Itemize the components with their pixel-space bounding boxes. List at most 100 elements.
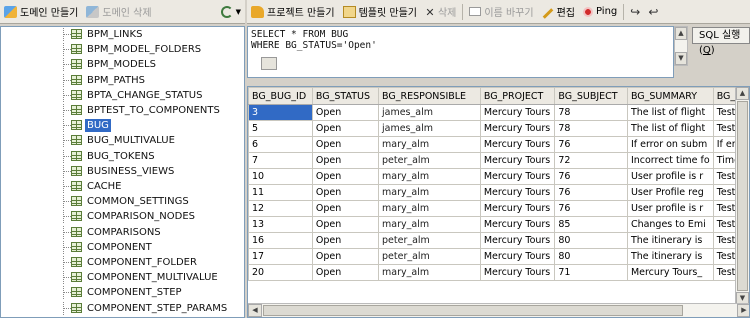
ping-button[interactable]: Ping [579,2,621,22]
table-cell[interactable]: Open [311,168,380,185]
table-cell[interactable]: james_alm [378,120,481,137]
tree-item[interactable]: BUSINESS_VIEWS [1,164,244,178]
table-cell[interactable]: mary_alm [378,200,481,217]
table-cell[interactable]: mary_alm [378,168,481,185]
table-cell[interactable]: 7 [248,152,313,169]
table-cell[interactable]: Changes to Emi [626,216,714,233]
column-header[interactable]: BG_STATUS [311,87,380,105]
tree-item[interactable]: COMPONENT_STEP_PARAMS [1,301,244,315]
scroll-down-icon[interactable]: ▼ [675,52,687,65]
rename-button[interactable]: 이름 바꾸기 [465,2,537,22]
create-template-button[interactable]: 템플릿 만들기 [339,2,421,22]
table-cell[interactable]: Incorrect time fo [626,152,714,169]
table-cell[interactable]: User Profile reg [626,184,714,201]
table-row[interactable]: 16 Open peter_alm Mercury Tours 80 The itiner… [248,232,749,249]
table-cell[interactable]: Mercury Tours [479,168,556,185]
tree-item[interactable]: COMPARISON_NODES [1,210,244,224]
table-cell[interactable]: Open [311,152,380,169]
table-cell[interactable]: Open [311,200,380,217]
tree-item[interactable]: COMPARISONS [1,225,244,239]
table-row[interactable]: 17 Open peter_alm Mercury Tours 80 The itiner… [248,248,749,265]
refresh-button[interactable]: ▼ [217,2,245,22]
table-cell[interactable]: 3 [248,104,313,121]
column-header[interactable]: BG_SUMMARY [626,87,714,105]
table-cell[interactable]: Open [311,232,380,249]
table-cell[interactable]: 78 [554,120,628,137]
create-domain-button[interactable]: 도메인 만들기 [0,2,82,22]
table-cell[interactable]: mary_alm [378,136,481,153]
scroll-up-icon[interactable]: ▲ [736,87,749,100]
results-grid[interactable]: BG_BUG_ID BG_STATUS BG_RESPONSIBLE BG_PROJE… [247,86,750,318]
tree-item[interactable]: COMPONENT_STEP [1,286,244,300]
table-cell[interactable]: The list of flight [626,104,714,121]
tree-item[interactable]: COMPONENT [1,240,244,254]
scroll-up-icon[interactable]: ▲ [675,27,687,40]
table-cell[interactable]: 80 [554,248,628,265]
table-tree[interactable]: BPM_LINKS BPM_MODEL_FOLDERS BPM_MODELS BPM_… [0,26,245,318]
table-cell[interactable]: Mercury Tours [479,152,556,169]
create-project-button[interactable]: 프로젝트 만들기 [247,2,339,22]
sql-editor-scroll-thumb[interactable] [261,57,277,70]
column-header[interactable]: BG_PROJECT [479,87,556,105]
table-cell[interactable]: Mercury Tours_ [626,264,714,281]
table-row[interactable]: 3 Open james_alm Mercury Tours 78 The list of… [248,104,749,121]
grid-horizontal-thumb[interactable] [263,305,683,316]
tree-item[interactable]: BUG_MULTIVALUE [1,134,244,148]
table-cell[interactable]: The itinerary is [626,232,714,249]
table-cell[interactable]: 78 [554,104,628,121]
table-row[interactable]: 6 Open mary_alm Mercury Tours 76 If error on … [248,136,749,153]
table-cell[interactable]: User profile is r [626,168,714,185]
table-cell[interactable]: Open [311,120,380,137]
table-cell[interactable]: 12 [248,200,313,217]
tree-item[interactable]: BUG_TOKENS [1,149,244,163]
column-header[interactable]: BG_RESPONSIBLE [378,87,481,105]
table-cell[interactable]: 76 [554,200,628,217]
table-cell[interactable]: Mercury Tours [479,104,556,121]
table-cell[interactable]: If error on subm [626,136,714,153]
table-cell[interactable]: Open [311,264,380,281]
table-cell[interactable]: 17 [248,248,313,265]
table-cell[interactable]: 16 [248,232,313,249]
sql-query-editor[interactable]: SELECT * FROM BUG WHERE BG_STATUS='Open' [247,26,674,78]
table-cell[interactable]: Mercury Tours [479,120,556,137]
column-header[interactable]: BG_BUG_ID [248,87,313,105]
scroll-right-icon[interactable]: ▶ [737,304,749,317]
grid-horizontal-scrollbar[interactable]: ◀ ▶ [248,303,749,317]
table-cell[interactable]: The list of flight [626,120,714,137]
tree-item[interactable]: BPM_LINKS [1,28,244,41]
tree-item[interactable]: BPM_PATHS [1,73,244,87]
table-cell[interactable]: mary_alm [378,216,481,233]
table-cell[interactable]: Open [311,104,380,121]
table-cell[interactable]: 76 [554,184,628,201]
table-cell[interactable]: peter_alm [378,248,481,265]
tree-item[interactable]: BPM_MODEL_FOLDERS [1,43,244,57]
table-cell[interactable]: Mercury Tours [479,216,556,233]
table-cell[interactable]: 85 [554,216,628,233]
table-cell[interactable]: 13 [248,216,313,233]
table-cell[interactable]: 20 [248,264,313,281]
table-cell[interactable]: peter_alm [378,232,481,249]
table-cell[interactable]: The itinerary is [626,248,714,265]
table-cell[interactable]: 76 [554,168,628,185]
tree-item[interactable]: CACHE [1,180,244,193]
table-cell[interactable]: Mercury Tours [479,264,556,281]
table-cell[interactable]: mary_alm [378,184,481,201]
table-cell[interactable]: peter_alm [378,152,481,169]
table-cell[interactable]: Mercury Tours [479,200,556,217]
table-cell[interactable]: mary_alm [378,264,481,281]
delete-domain-button[interactable]: 도메인 삭제 [82,2,155,22]
table-cell[interactable]: Mercury Tours [479,232,556,249]
run-sql-button[interactable]: SQL 실행(Q) [692,27,750,56]
table-row[interactable]: 11 Open mary_alm Mercury Tours 76 User Profil… [248,184,749,201]
table-cell[interactable]: Open [311,136,380,153]
edit-button[interactable]: 편집 [538,2,579,22]
table-row[interactable]: 10 Open mary_alm Mercury Tours 76 User profil… [248,168,749,185]
table-row[interactable]: 13 Open mary_alm Mercury Tours 85 Changes to … [248,216,749,233]
table-row[interactable]: 12 Open mary_alm Mercury Tours 76 User profil… [248,200,749,217]
table-cell[interactable]: 11 [248,184,313,201]
table-row[interactable]: 5 Open james_alm Mercury Tours 78 The list of… [248,120,749,137]
table-cell[interactable]: james_alm [378,104,481,121]
forward-button[interactable]: ↪ [626,2,644,22]
tree-item[interactable]: BPTA_CHANGE_STATUS [1,88,244,102]
table-cell[interactable]: 80 [554,232,628,249]
